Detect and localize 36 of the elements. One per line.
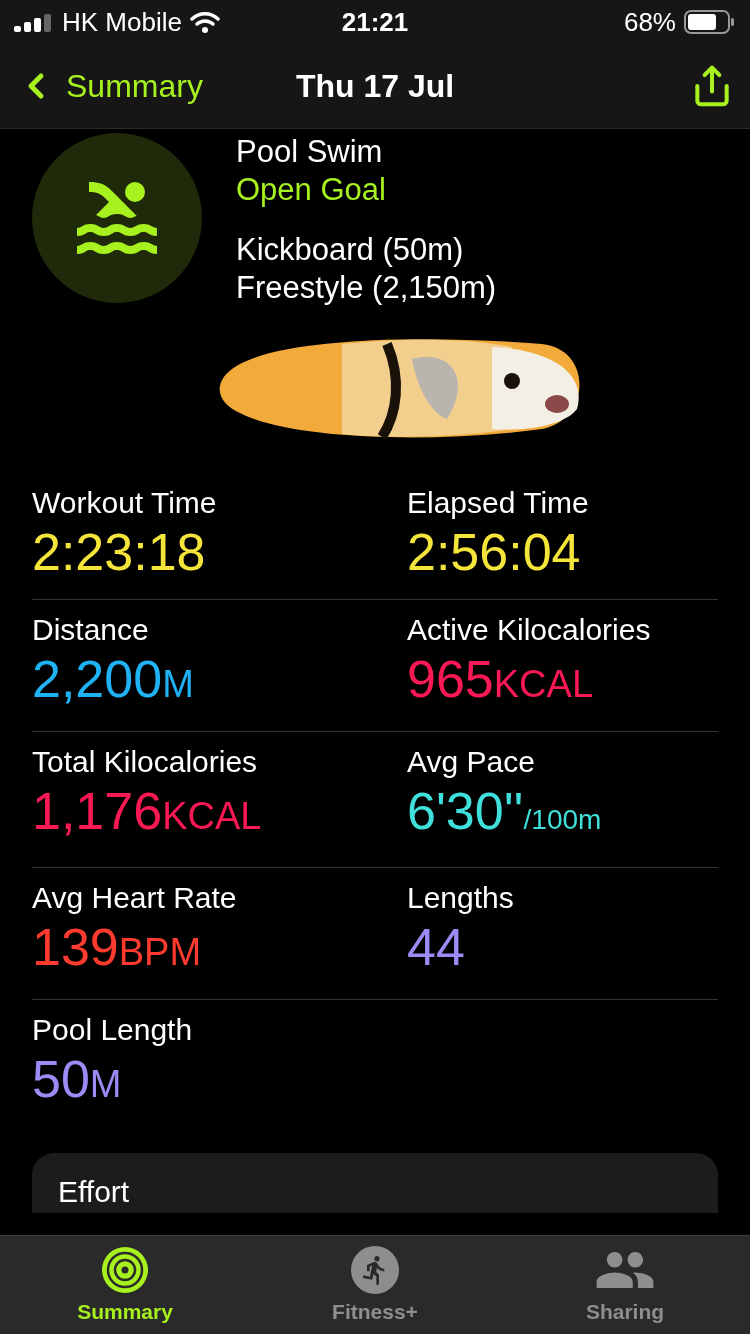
- back-link[interactable]: Summary: [16, 66, 203, 106]
- clock: 21:21: [341, 6, 409, 38]
- metric-label: Avg Pace: [407, 744, 536, 780]
- metric-value: 1,176KCAL: [32, 781, 263, 842]
- goal-text: Open Goal: [236, 171, 387, 209]
- metric-label: Lengths: [407, 880, 515, 916]
- metric-value: 6'30''/100m: [407, 781, 603, 842]
- signal-icon: [14, 12, 54, 32]
- runner-icon: [351, 1246, 399, 1294]
- metric-label: Workout Time: [32, 485, 218, 521]
- metric-value: 2:56:04: [407, 522, 582, 583]
- metric-label: Pool Length: [32, 1012, 194, 1048]
- metric-label: Elapsed Time: [407, 485, 590, 521]
- card-title: Effort: [58, 1175, 130, 1208]
- metric-value: 2,200M: [32, 649, 195, 710]
- metric-label: Active Kilocalories: [407, 612, 652, 648]
- metric-value: 50M: [32, 1049, 123, 1110]
- metric-value: 139BPM: [32, 917, 203, 978]
- tab-item[interactable]: Fitness+: [250, 1236, 500, 1334]
- metric-label: Total Kilocalories: [32, 744, 259, 780]
- metric-label: Distance: [32, 612, 150, 648]
- battery-icon: [684, 10, 736, 34]
- workout-title: Pool Swim: [236, 133, 384, 171]
- tab-item[interactable]: Sharing: [500, 1236, 750, 1334]
- metric-value: 44: [407, 917, 466, 978]
- carrier-name: HK Mobile: [62, 6, 182, 38]
- set-text: Freestyle (2,150m): [236, 269, 497, 307]
- wifi-icon: [189, 11, 220, 33]
- page-title: Thu 17 Jul: [295, 67, 455, 104]
- set-text: Kickboard (50m): [236, 231, 465, 269]
- metric-value: 965KCAL: [407, 649, 595, 710]
- metric-label: Avg Heart Rate: [32, 880, 238, 916]
- rings-icon: [101, 1246, 149, 1294]
- battery-percent: 68%: [623, 6, 676, 38]
- tab-item[interactable]: Summary: [0, 1236, 250, 1334]
- metric-value: 2:23:18: [32, 522, 207, 583]
